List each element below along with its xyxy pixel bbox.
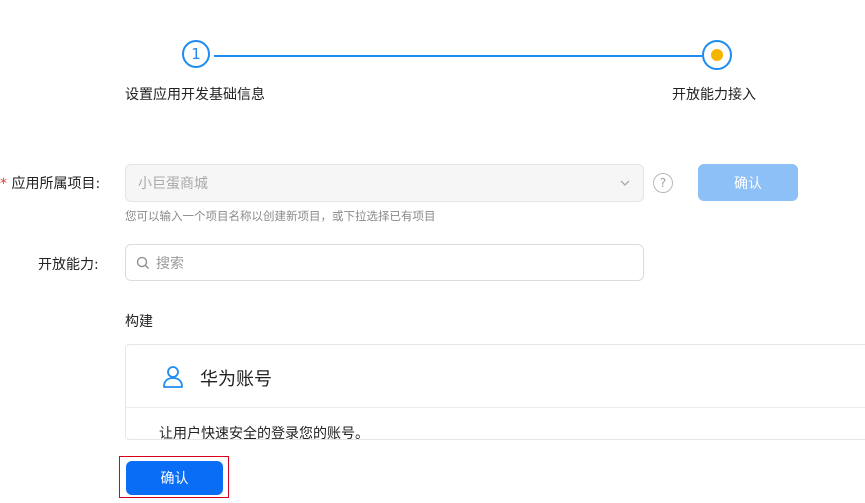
stepper-progress-line bbox=[214, 55, 702, 57]
card-title: 华为账号 bbox=[200, 369, 272, 390]
section-title: 构建 bbox=[125, 314, 153, 330]
project-select-value: 小巨蛋商城 bbox=[138, 176, 208, 192]
capability-search-input[interactable]: 搜索 bbox=[125, 244, 644, 281]
card-description: 让用户快速安全的登录您的账号。 bbox=[159, 426, 369, 440]
step-1-indicator: 1 bbox=[182, 40, 210, 68]
step-1-number: 1 bbox=[191, 45, 201, 63]
project-select[interactable]: 小巨蛋商城 bbox=[125, 164, 644, 202]
required-mark: * bbox=[0, 176, 7, 192]
project-confirm-button[interactable]: 确认 bbox=[698, 164, 798, 201]
project-confirm-label: 确认 bbox=[734, 175, 762, 192]
help-icon[interactable]: ? bbox=[653, 173, 673, 193]
step-2-indicator bbox=[702, 40, 732, 70]
step-2-active-dot bbox=[711, 49, 723, 61]
chevron-down-icon bbox=[620, 180, 630, 186]
capability-field-label: 开放能力: bbox=[38, 257, 99, 273]
search-placeholder: 搜索 bbox=[156, 255, 184, 272]
confirm-button[interactable]: 确认 bbox=[126, 461, 223, 495]
capability-card[interactable]: 华为账号 让用户快速安全的登录您的账号。 bbox=[125, 344, 865, 440]
project-field-label: * 应用所属项目: bbox=[0, 173, 100, 193]
user-icon bbox=[163, 366, 183, 388]
confirm-button-label: 确认 bbox=[160, 471, 189, 487]
card-header: 华为账号 bbox=[126, 345, 865, 408]
step-2-label: 开放能力接入 bbox=[672, 87, 756, 103]
search-icon bbox=[136, 256, 149, 269]
project-label-text: 应用所属项目: bbox=[11, 176, 101, 192]
step-1-label: 设置应用开发基础信息 bbox=[125, 87, 265, 103]
project-hint-text: 您可以输入一个项目名称以创建新项目，或下拉选择已有项目 bbox=[125, 209, 436, 223]
